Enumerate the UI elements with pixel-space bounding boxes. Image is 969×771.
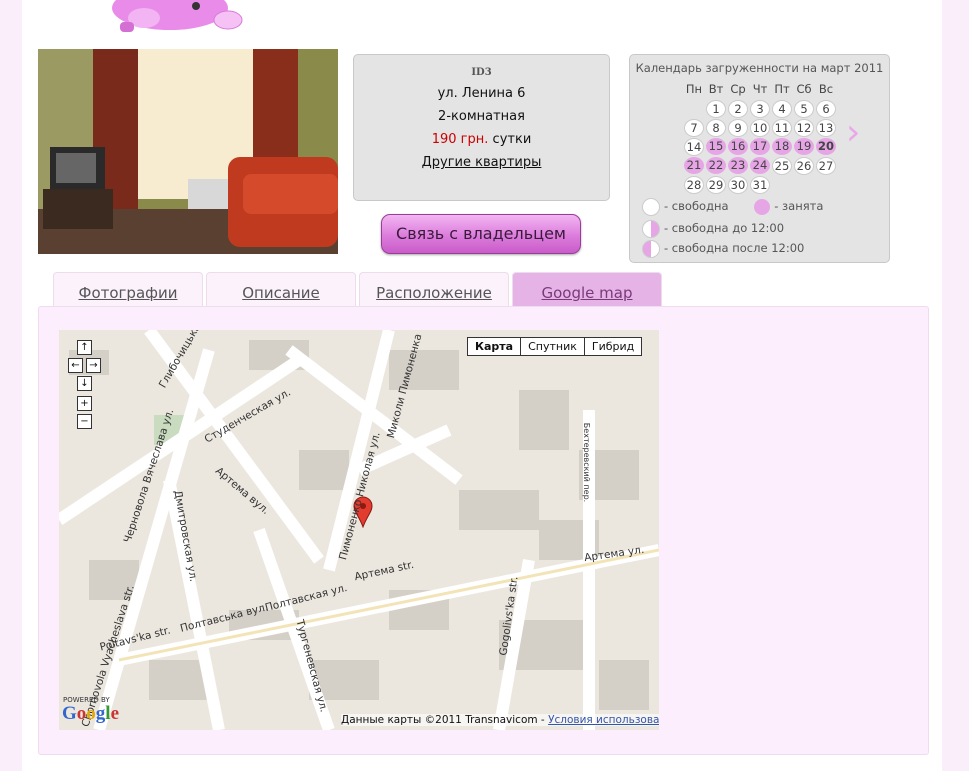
weekday-label: Сб — [796, 82, 812, 96]
calendar-day-busy: 21 — [684, 157, 704, 174]
street-label: Бехтеревский пер. — [582, 422, 592, 503]
calendar-day-free: 31 — [750, 176, 770, 194]
other-apartments-link[interactable]: Другие квартиры — [354, 155, 609, 170]
apartment-photo — [38, 49, 338, 254]
pan-right-icon[interactable]: → — [86, 358, 101, 373]
calendar-day-free: 1 — [706, 100, 726, 118]
map-terms-link[interactable]: Условия использования — [548, 714, 659, 726]
calendar-day-free: 11 — [772, 119, 792, 137]
listing-rooms: 2-комнатная — [438, 109, 525, 124]
calendar-day-free: 14 — [684, 138, 704, 156]
legend-busy-label: - занята — [774, 199, 824, 213]
next-month-arrow-icon[interactable]: › — [846, 115, 860, 151]
calendar-day-free: 28 — [684, 176, 704, 194]
calendar-day-free: 26 — [794, 157, 814, 175]
tab-photos[interactable]: Фотографии — [53, 272, 203, 307]
weekday-label: Чт — [752, 82, 768, 96]
contact-owner-button[interactable]: Связь с владельцем — [381, 214, 581, 254]
calendar-day-free: 25 — [772, 157, 792, 175]
legend-free-until: - свободна до 12:00 — [642, 219, 785, 238]
map-type-map-button[interactable]: Карта — [468, 338, 520, 355]
calendar-day-busy: 20 — [816, 138, 836, 155]
weekday-label: Ср — [730, 82, 746, 96]
map-attribution: Данные карты ©2011 Transnavicom - Услови… — [341, 714, 659, 726]
calendar-day-busy: 15 — [706, 138, 726, 155]
tab-location[interactable]: Расположение — [359, 272, 509, 307]
legend-free: - свободна - занята — [642, 197, 824, 216]
listing-id: ID3 — [471, 67, 492, 78]
pan-left-icon[interactable]: ← — [68, 358, 83, 373]
calendar-day-free: 2 — [728, 100, 748, 118]
zoom-in-icon[interactable]: + — [77, 396, 92, 411]
calendar-day-busy: 16 — [728, 138, 748, 155]
listing-price-line: 190 грн. сутки — [354, 132, 609, 147]
calendar-day-busy: 17 — [750, 138, 770, 155]
calendar-day-free: 6 — [816, 100, 836, 118]
legend-free-after: - свободна после 12:00 — [642, 239, 805, 258]
legend-free-until-label: - свободна до 12:00 — [664, 221, 785, 235]
calendar-day-busy: 18 — [772, 138, 792, 155]
calendar-day-free: 13 — [816, 119, 836, 137]
calendar-day-free: 5 — [794, 100, 814, 118]
free-swatch-icon — [642, 197, 660, 216]
tab-google-map[interactable]: Google map — [512, 272, 662, 307]
calendar-day-busy: 23 — [728, 157, 748, 174]
listing-address: ул. Ленина 6 — [437, 86, 526, 101]
google-map[interactable]: Студенческая ул. Артема вул. Артема str.… — [59, 330, 659, 730]
calendar-day-free: 27 — [816, 157, 836, 175]
weekday-label: Вс — [818, 82, 834, 96]
weekday-label: Пт — [774, 82, 790, 96]
calendar-day-free: 8 — [706, 119, 726, 137]
map-type-satellite-button[interactable]: Спутник — [520, 338, 584, 355]
zoom-out-icon[interactable]: − — [77, 414, 92, 429]
half-day-swatch-icon — [642, 219, 660, 238]
elephant-logo — [112, 0, 243, 32]
calendar-day-free: 7 — [684, 119, 704, 137]
calendar-day-busy: 22 — [706, 157, 726, 174]
half-day-swatch-icon — [642, 239, 660, 258]
busy-swatch-icon — [754, 198, 771, 215]
calendar-day-free: 4 — [772, 100, 792, 118]
tab-description[interactable]: Описание — [206, 272, 356, 307]
calendar-day-free: 12 — [794, 119, 814, 137]
calendar-title: Календарь загруженности на март 2011 — [635, 61, 884, 75]
map-attribution-text: Данные карты ©2011 Transnavicom - — [341, 714, 545, 726]
pan-down-icon[interactable]: ↓ — [77, 376, 92, 391]
google-logo: Google — [62, 703, 119, 724]
listing-info-box: ID3 ул. Ленина 6 2-комнатная 190 грн. су… — [353, 54, 610, 201]
weekday-label: Вт — [708, 82, 724, 96]
listing-price: 190 грн. — [431, 132, 489, 147]
calendar-day-busy: 24 — [750, 157, 770, 174]
calendar-day-free: 30 — [728, 176, 748, 194]
calendar-day-free: 10 — [750, 119, 770, 137]
map-type-control: Карта Спутник Гибрид — [467, 337, 643, 356]
calendar-day-free: 9 — [728, 119, 748, 137]
calendar-day-free: 3 — [750, 100, 770, 118]
calendar-day-free: 29 — [706, 176, 726, 194]
pan-up-icon[interactable]: ↑ — [77, 340, 92, 355]
calendar-day-busy: 19 — [794, 138, 814, 155]
weekday-label: Пн — [685, 82, 703, 96]
listing-price-unit: сутки — [492, 132, 532, 147]
map-roads — [59, 330, 659, 730]
legend-free-after-label: - свободна после 12:00 — [664, 241, 805, 255]
occupancy-calendar: Календарь загруженности на март 2011 Пн … — [629, 54, 890, 263]
legend-free-label: - свободна — [664, 199, 729, 213]
map-type-hybrid-button[interactable]: Гибрид — [583, 338, 641, 355]
